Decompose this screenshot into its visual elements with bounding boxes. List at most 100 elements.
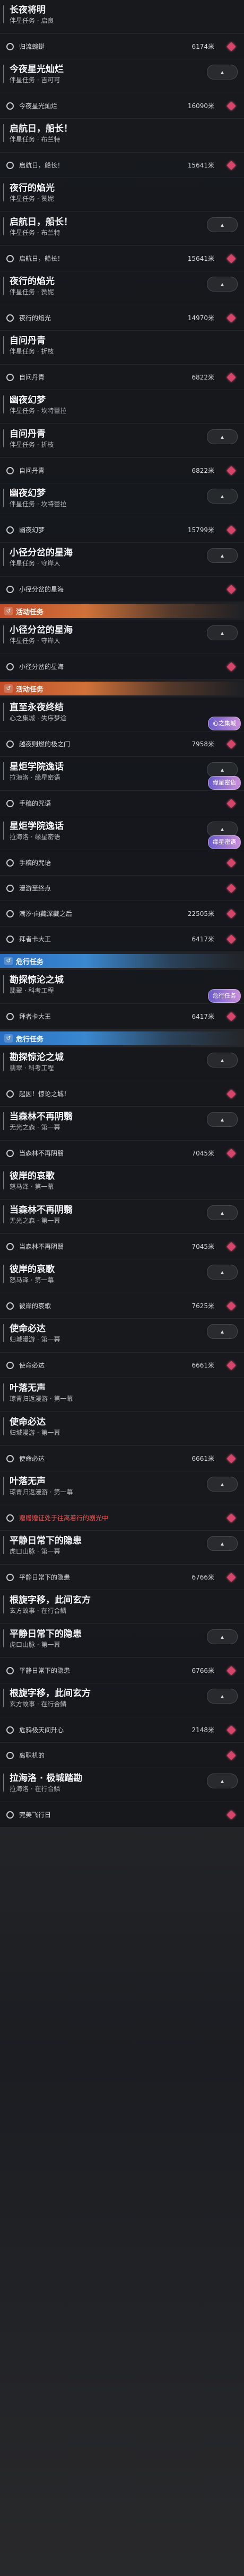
quest-step[interactable]: 拜者卡大王 6417米 — [0, 1004, 244, 1029]
quest-step[interactable]: 自问丹青 6822米 — [0, 458, 244, 483]
map-marker-icon — [226, 1301, 236, 1310]
quest-header[interactable]: 小径分岔的星海 伴星任务 · 守岸人 ▴ — [0, 543, 244, 577]
quest-header[interactable]: 星炬学院逸话 拉海洛 · 缘星密语 ▴ 缘星密语 — [0, 757, 244, 791]
quest-step[interactable]: 平静日常下的隐患 6766米 — [0, 1658, 244, 1683]
quest-header[interactable]: 拉海洛 · 极城踏勘 拉海洛 · 在行合鳞 ▴ — [0, 1768, 244, 1802]
quest-header[interactable]: 彼岸的哀歌 怒马泽 · 第一幕 ▴ — [0, 1259, 244, 1293]
quest-title: 夜行的焰光 — [10, 276, 55, 287]
quest-step[interactable]: 启航日，船长！ 15641米 — [0, 246, 244, 271]
quest-step[interactable]: 潮汐·向藏深藏之后 22505米 — [0, 901, 244, 927]
step-check-icon — [6, 910, 14, 918]
step-distance: 6174米 — [191, 43, 214, 50]
collapse-button[interactable]: ▴ — [207, 1324, 238, 1339]
quest-step[interactable]: 越夜则燃的极之门 7958米 — [0, 731, 244, 757]
map-marker-icon — [226, 739, 236, 748]
quest-header[interactable]: 根旋字移，此间玄方 玄方故事 · 在行合鳞 — [0, 1590, 244, 1624]
quest-title: 小径分岔的星海 — [10, 548, 73, 558]
quest-header[interactable]: 使命必达 归城漫游 · 第一幕 — [0, 1412, 244, 1446]
collapse-button[interactable]: ▴ — [207, 822, 238, 836]
quest-header[interactable]: 根旋字移，此间玄方 玄方故事 · 在行合鳞 ▴ — [0, 1683, 244, 1717]
quest-header[interactable]: 小径分岔的星海 伴星任务 · 守岸人 ▴ — [0, 620, 244, 654]
quest-step[interactable]: 赠赠赠证处于往离着行的剧光中 — [0, 1505, 244, 1531]
step-check-icon — [6, 161, 14, 169]
collapse-button[interactable]: ▴ — [207, 1689, 238, 1704]
step-text: 彼岸的哀歌 — [19, 1302, 51, 1310]
collapse-button[interactable]: ▴ — [207, 548, 238, 563]
quest-step[interactable]: 使命必达 6661米 — [0, 1353, 244, 1378]
quest-subtitle: 翡翠 · 科考工程 — [10, 1064, 54, 1072]
quest-step[interactable]: 使命必达 6661米 — [0, 1446, 244, 1471]
quest-title: 叶落无声 — [10, 1476, 46, 1487]
quest-step[interactable]: 当森林不再阴翳 7045米 — [0, 1234, 244, 1259]
quest-header[interactable]: 叶落无声 琼青归返漫游 · 第一幕 — [0, 1378, 244, 1412]
quest-step[interactable]: 小径分岔的星海 — [0, 577, 244, 602]
collapse-button[interactable]: ▴ — [207, 1112, 238, 1127]
step-check-icon — [6, 1302, 14, 1310]
collapse-button[interactable]: ▴ — [207, 489, 238, 504]
collapse-button[interactable]: ▴ — [207, 762, 238, 777]
quest-header[interactable]: 当森林不再阴翳 无光之森 · 第一幕 ▴ — [0, 1107, 244, 1141]
quest-header[interactable]: 直至永夜终结 心之集城 · 失序梦途 心之集城 — [0, 698, 244, 731]
quest-step[interactable]: 平静日常下的隐患 6766米 — [0, 1565, 244, 1590]
step-text: 夜行的焰光 — [19, 314, 51, 322]
quest-header[interactable]: 星炬学院逸话 拉海洛 · 缘星密语 ▴ 缘星密语 — [0, 816, 244, 850]
quest-header[interactable]: 彼岸的哀歌 怒马泽 · 第一幕 — [0, 1166, 244, 1200]
quest-step[interactable]: 夜行的焰光 14970米 — [0, 305, 244, 331]
collapse-button[interactable]: ▴ — [207, 1053, 238, 1068]
collapse-button[interactable]: ▴ — [207, 217, 238, 232]
quest-step[interactable]: 启航日，船长！ 15641米 — [0, 153, 244, 178]
quest-header[interactable]: 勘探惊沦之城 翡翠 · 科考工程 危行任务 — [0, 970, 244, 1004]
quest-step[interactable]: 归流蜿蜒 6174米 — [0, 34, 244, 59]
quest-header[interactable]: 自问丹青 伴星任务 · 折枝 — [0, 331, 244, 365]
quest-step[interactable]: 彼岸的哀歌 7625米 — [0, 1293, 244, 1319]
quest-header[interactable]: 启航日，船长！ 伴星任务 · 布兰特 ▴ — [0, 212, 244, 246]
quest-header[interactable]: 叶落无声 琼青归返漫游 · 第一幕 ▴ — [0, 1471, 244, 1505]
quest-header[interactable]: 启航日，船长！ 伴星任务 · 布兰特 — [0, 119, 244, 153]
quest-step[interactable]: 起因！惊论之城！ — [0, 1081, 244, 1107]
map-marker-icon — [226, 799, 236, 808]
quest-header[interactable]: 幽夜幻梦 伴星任务 · 坎特蕾拉 — [0, 390, 244, 424]
quest-header[interactable]: 平静日常下的隐患 虎口山脉 · 第一幕 ▴ — [0, 1624, 244, 1658]
quest-subtitle: 拉海洛 · 缘星密语 — [10, 774, 60, 781]
collapse-button[interactable]: ▴ — [207, 429, 238, 444]
quest-header[interactable]: 勘探惊沦之城 翡翠 · 科考工程 ▴ — [0, 1047, 244, 1081]
collapse-button[interactable]: ▴ — [207, 1536, 238, 1551]
quest-step[interactable]: 自问丹青 6822米 — [0, 365, 244, 390]
quest-step[interactable]: 今夜星光灿烂 16090米 — [0, 93, 244, 119]
quest-header[interactable]: 当森林不再阴翳 无光之森 · 第一幕 ▴ — [0, 1200, 244, 1234]
step-check-icon — [6, 1361, 14, 1369]
quest-step[interactable]: 危鸦极天间升心 2148米 — [0, 1717, 244, 1743]
quest-subtitle: 怒马泽 · 第一幕 — [10, 1276, 54, 1284]
step-check-icon — [6, 102, 14, 110]
quest-header[interactable]: 今夜星光灿烂 伴星任务 · 吉可可 ▴ — [0, 59, 244, 93]
step-text: 手稿的咒语 — [19, 859, 51, 867]
map-marker-icon — [226, 858, 236, 867]
quest-header[interactable]: 平静日常下的隐患 虎口山脉 · 第一幕 ▴ — [0, 1531, 244, 1565]
collapse-button[interactable]: ▴ — [207, 625, 238, 640]
quest-step[interactable]: 漫游至终点 — [0, 876, 244, 901]
quest-step[interactable]: 手稿的咒语 — [0, 850, 244, 876]
quest-subtitle: 心之集城 · 失序梦途 — [10, 714, 67, 722]
quest-header[interactable]: 夜行的焰光 伴星任务 · 赞妮 — [0, 178, 244, 212]
collapse-button[interactable]: ▴ — [207, 1265, 238, 1280]
quest-header[interactable]: 使命必达 归城漫游 · 第一幕 ▴ — [0, 1319, 244, 1353]
step-distance: 6822米 — [191, 374, 214, 381]
quest-step[interactable]: 拜者卡大王 6417米 — [0, 927, 244, 952]
quest-header[interactable]: 夜行的焰光 伴星任务 · 赞妮 ▴ — [0, 271, 244, 305]
quest-step[interactable]: 离职机的 — [0, 1743, 244, 1768]
collapse-button[interactable]: ▴ — [207, 1205, 238, 1220]
quest-subtitle: 归城漫游 · 第一幕 — [10, 1336, 60, 1343]
quest-header[interactable]: 幽夜幻梦 伴星任务 · 坎特蕾拉 ▴ — [0, 483, 244, 517]
quest-step[interactable]: 当森林不再阴翳 7045米 — [0, 1141, 244, 1166]
quest-header[interactable]: 长夜将明 伴星任务 · 启良 — [0, 0, 244, 34]
collapse-button[interactable]: ▴ — [207, 1629, 238, 1644]
collapse-button[interactable]: ▴ — [207, 277, 238, 292]
quest-header[interactable]: 自问丹青 伴星任务 · 折枝 ▴ — [0, 424, 244, 458]
quest-step[interactable]: 完美飞行日 — [0, 1802, 244, 1828]
quest-step[interactable]: 手稿的咒语 — [0, 791, 244, 816]
collapse-button[interactable]: ▴ — [207, 1477, 238, 1492]
collapse-button[interactable]: ▴ — [207, 65, 238, 80]
collapse-button[interactable]: ▴ — [207, 1774, 238, 1788]
quest-step[interactable]: 小径分岔的星海 — [0, 654, 244, 680]
quest-step[interactable]: 幽夜幻梦 15799米 — [0, 517, 244, 543]
